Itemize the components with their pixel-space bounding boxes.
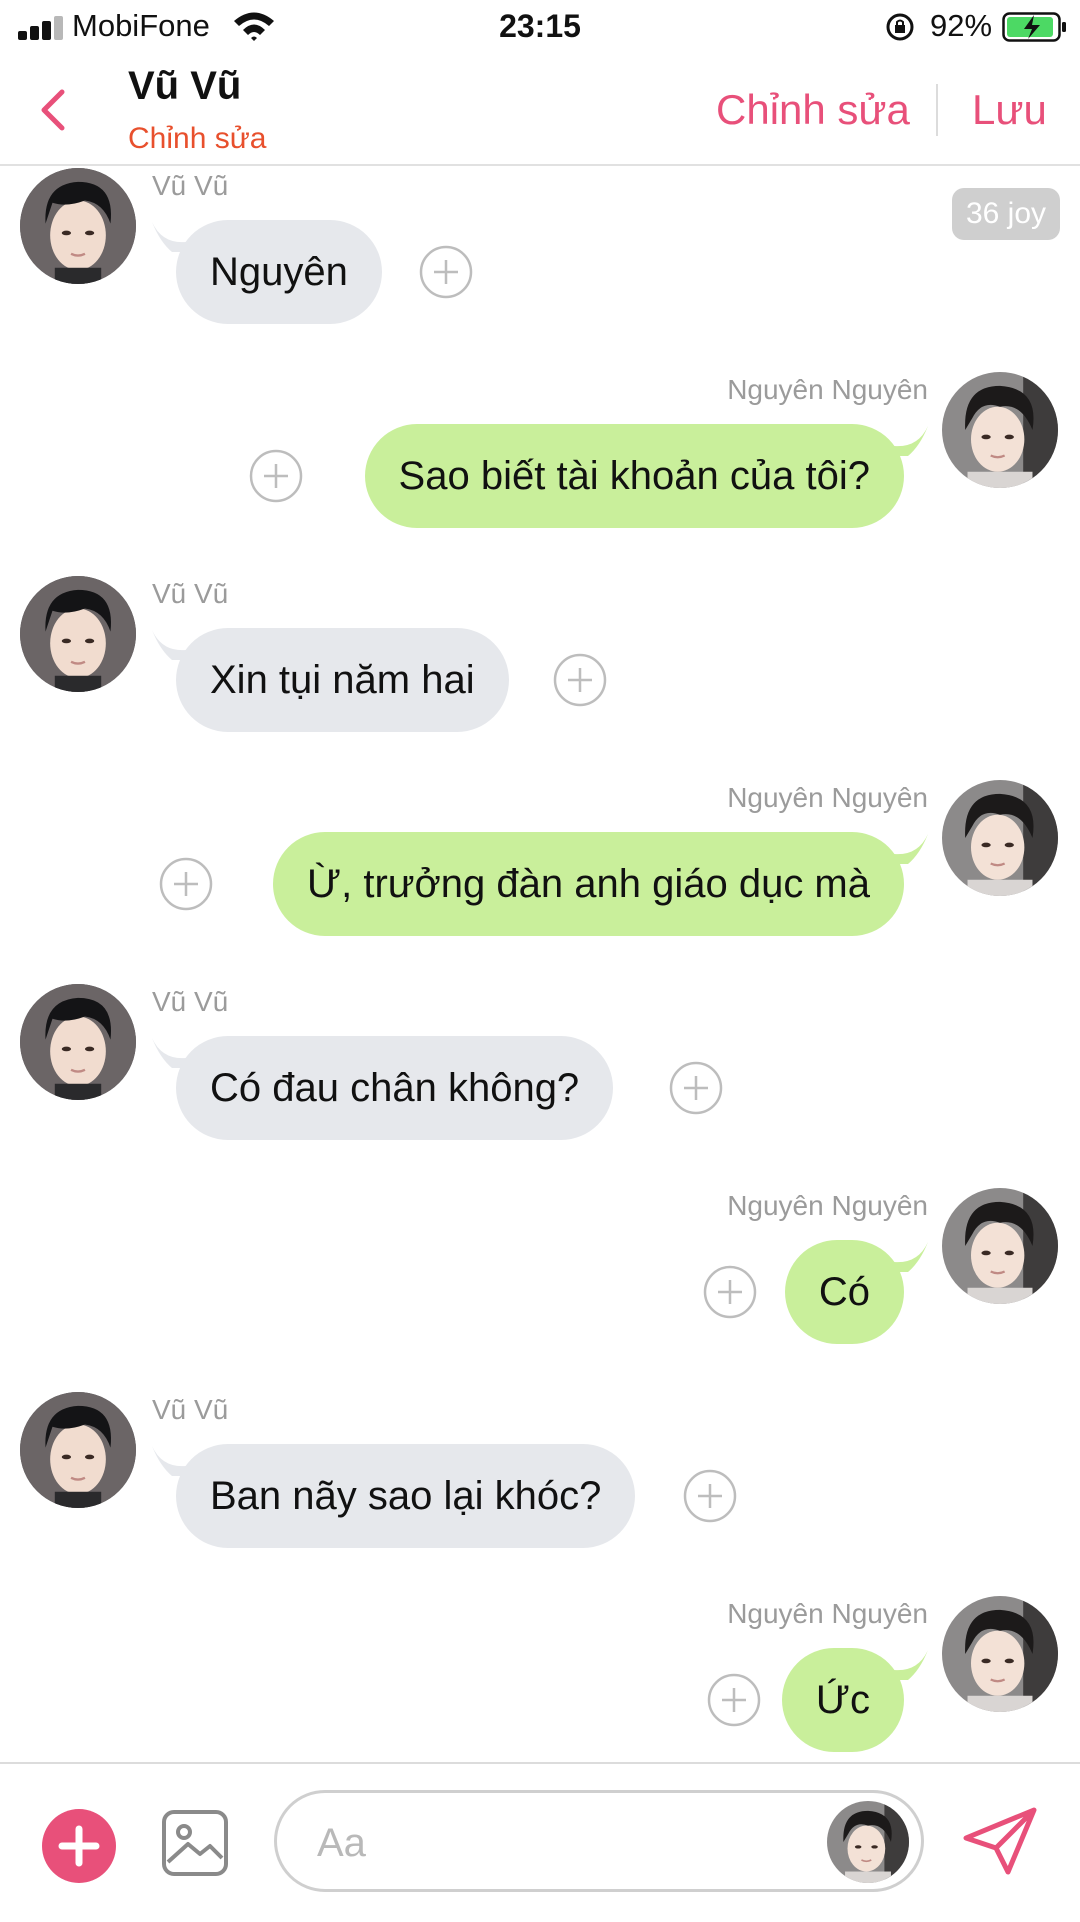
add-reaction-icon[interactable] — [418, 244, 474, 300]
save-button[interactable]: Lưu — [972, 86, 1047, 134]
add-reaction-icon[interactable] — [702, 1264, 758, 1320]
edit-button[interactable]: Chỉnh sửa — [716, 86, 910, 134]
clock: 23:15 — [499, 8, 581, 44]
avatar[interactable] — [20, 576, 136, 692]
bubble-tail — [894, 1242, 928, 1272]
sender-name: Nguyên Nguyên — [727, 374, 928, 405]
bubble-tail — [894, 834, 928, 864]
add-icon — [58, 1825, 100, 1867]
header-divider — [936, 84, 938, 136]
message-bubble[interactable]: Có đau chân không? — [176, 1036, 614, 1140]
message-bubble[interactable]: Sao biết tài khoản của tôi? — [364, 424, 904, 528]
chat-header: Vũ Vũ Chỉnh sửa Chỉnh sửa Lưu — [0, 56, 1080, 166]
battery-percent: 92% — [930, 8, 993, 43]
back-icon[interactable] — [36, 86, 72, 134]
add-reaction-icon[interactable] — [248, 448, 304, 504]
bubble-tail — [894, 1650, 928, 1680]
avatar[interactable] — [942, 1596, 1058, 1712]
message-bubble[interactable]: Ban nãy sao lại khóc? — [176, 1444, 636, 1548]
sender-name: Vũ Vũ — [152, 578, 229, 609]
add-button[interactable] — [42, 1809, 116, 1883]
bubble-tail — [894, 426, 928, 456]
message-bubble[interactable]: Ừ, trưởng đàn anh giáo dục mà — [272, 832, 904, 936]
avatar[interactable] — [20, 168, 136, 284]
chat-title: Vũ Vũ — [128, 64, 242, 108]
sender-name: Nguyên Nguyên — [727, 782, 928, 813]
add-reaction-icon[interactable] — [158, 856, 214, 912]
avatar[interactable] — [20, 1392, 136, 1508]
add-reaction-icon[interactable] — [706, 1672, 762, 1728]
avatar[interactable] — [827, 1801, 909, 1883]
avatar[interactable] — [942, 1188, 1058, 1304]
avatar[interactable] — [20, 984, 136, 1100]
send-icon[interactable] — [962, 1806, 1038, 1876]
lock-rotation-icon — [886, 13, 914, 41]
avatar[interactable] — [942, 780, 1058, 896]
sender-name: Vũ Vũ — [152, 986, 229, 1017]
composer-bar: Aa — [0, 1762, 1080, 1922]
sender-name: Vũ Vũ — [152, 1394, 229, 1425]
sender-name: Vũ Vũ — [152, 170, 229, 201]
message-bubble[interactable]: Nguyên — [176, 220, 382, 324]
message-bubble[interactable]: Xin tụi năm hai — [176, 628, 509, 732]
message-bubble[interactable]: Có — [784, 1240, 904, 1344]
image-icon[interactable] — [160, 1808, 230, 1878]
message-input[interactable]: Aa — [274, 1790, 924, 1892]
sender-name: Nguyên Nguyên — [727, 1190, 928, 1221]
battery-icon — [1002, 12, 1066, 42]
chat-subtitle-edit[interactable]: Chỉnh sửa — [128, 122, 267, 156]
status-bar: MobiFone 23:15 92% — [0, 0, 1080, 56]
add-reaction-icon[interactable] — [668, 1060, 724, 1116]
message-input-placeholder: Aa — [317, 1821, 366, 1865]
avatar[interactable] — [942, 372, 1058, 488]
message-bubble[interactable]: Ức — [781, 1648, 904, 1752]
add-reaction-icon[interactable] — [552, 652, 608, 708]
timestamp-badge: 36 joy — [952, 188, 1060, 240]
add-reaction-icon[interactable] — [682, 1468, 738, 1524]
sender-name: Nguyên Nguyên — [727, 1598, 928, 1629]
